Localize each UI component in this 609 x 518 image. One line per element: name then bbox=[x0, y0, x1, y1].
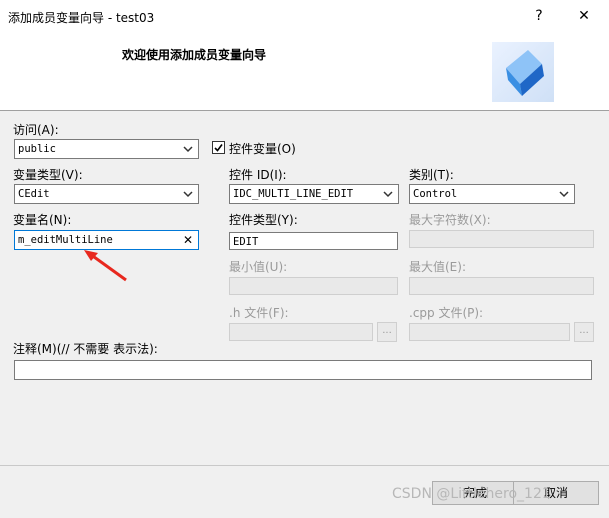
chevron-down-icon bbox=[559, 191, 569, 198]
control-id-select[interactable]: IDC_MULTI_LINE_EDIT bbox=[229, 184, 399, 204]
category-label: 类别(T): bbox=[409, 168, 454, 182]
watermark: CSDN @Littlehero_121 bbox=[392, 486, 551, 502]
cpp-file-label: .cpp 文件(P): bbox=[409, 306, 484, 320]
control-type-value: EDIT bbox=[233, 236, 259, 248]
control-id-label: 控件 ID(I): bbox=[229, 168, 287, 182]
h-file-label: .h 文件(F): bbox=[229, 306, 289, 320]
access-select[interactable]: public bbox=[14, 139, 199, 159]
variable-type-label: 变量类型(V): bbox=[13, 168, 83, 182]
cpp-file-browse-button[interactable]: ... bbox=[574, 322, 594, 342]
access-label: 访问(A): bbox=[13, 123, 59, 137]
max-chars-input[interactable] bbox=[409, 230, 594, 248]
close-button[interactable]: ✕ bbox=[564, 4, 604, 28]
chevron-down-icon bbox=[183, 146, 193, 153]
chevron-down-icon bbox=[183, 191, 193, 198]
variable-name-input[interactable]: m_editMultiLine ✕ bbox=[14, 230, 199, 250]
comment-label: 注释(M)(// 不需要 表示法): bbox=[13, 342, 158, 356]
category-value: Control bbox=[413, 188, 458, 200]
cube-logo-icon bbox=[492, 42, 554, 102]
category-select[interactable]: Control bbox=[409, 184, 575, 204]
red-arrow-annotation bbox=[84, 250, 127, 282]
max-value-label: 最大值(E): bbox=[409, 260, 466, 274]
variable-type-select[interactable]: CEdit bbox=[14, 184, 199, 204]
cpp-file-input[interactable] bbox=[409, 323, 570, 341]
comment-input[interactable] bbox=[14, 360, 592, 380]
chevron-down-icon bbox=[383, 191, 393, 198]
wizard-header: 欢迎使用添加成员变量向导 bbox=[0, 32, 609, 111]
min-value-input[interactable] bbox=[229, 277, 398, 295]
min-value-label: 最小值(U): bbox=[229, 260, 288, 274]
variable-type-value: CEdit bbox=[18, 188, 50, 200]
control-id-value: IDC_MULTI_LINE_EDIT bbox=[233, 188, 354, 200]
control-variable-checkbox[interactable] bbox=[212, 141, 225, 154]
control-type-label: 控件类型(Y): bbox=[229, 213, 298, 227]
check-icon bbox=[214, 144, 223, 152]
max-value-input[interactable] bbox=[409, 277, 594, 295]
h-file-browse-button[interactable]: ... bbox=[377, 322, 397, 342]
variable-name-value: m_editMultiLine bbox=[18, 234, 113, 246]
h-file-input[interactable] bbox=[229, 323, 373, 341]
control-type-field: EDIT bbox=[229, 232, 398, 250]
access-value: public bbox=[18, 143, 56, 155]
max-chars-label: 最大字符数(X): bbox=[409, 213, 491, 227]
help-button[interactable]: ? bbox=[519, 4, 559, 28]
form-area: 访问(A): public 控件变量(O) 变量类型(V): CEdit 控件 … bbox=[0, 111, 609, 518]
window-title: 添加成员变量向导 - test03 bbox=[8, 11, 155, 25]
wizard-title: 欢迎使用添加成员变量向导 bbox=[122, 48, 267, 62]
footer-separator bbox=[0, 465, 609, 466]
title-bar: 添加成员变量向导 - test03 ? ✕ bbox=[0, 0, 609, 32]
clear-icon[interactable]: ✕ bbox=[183, 231, 193, 249]
variable-name-label: 变量名(N): bbox=[13, 213, 72, 227]
control-variable-label: 控件变量(O) bbox=[229, 142, 296, 156]
